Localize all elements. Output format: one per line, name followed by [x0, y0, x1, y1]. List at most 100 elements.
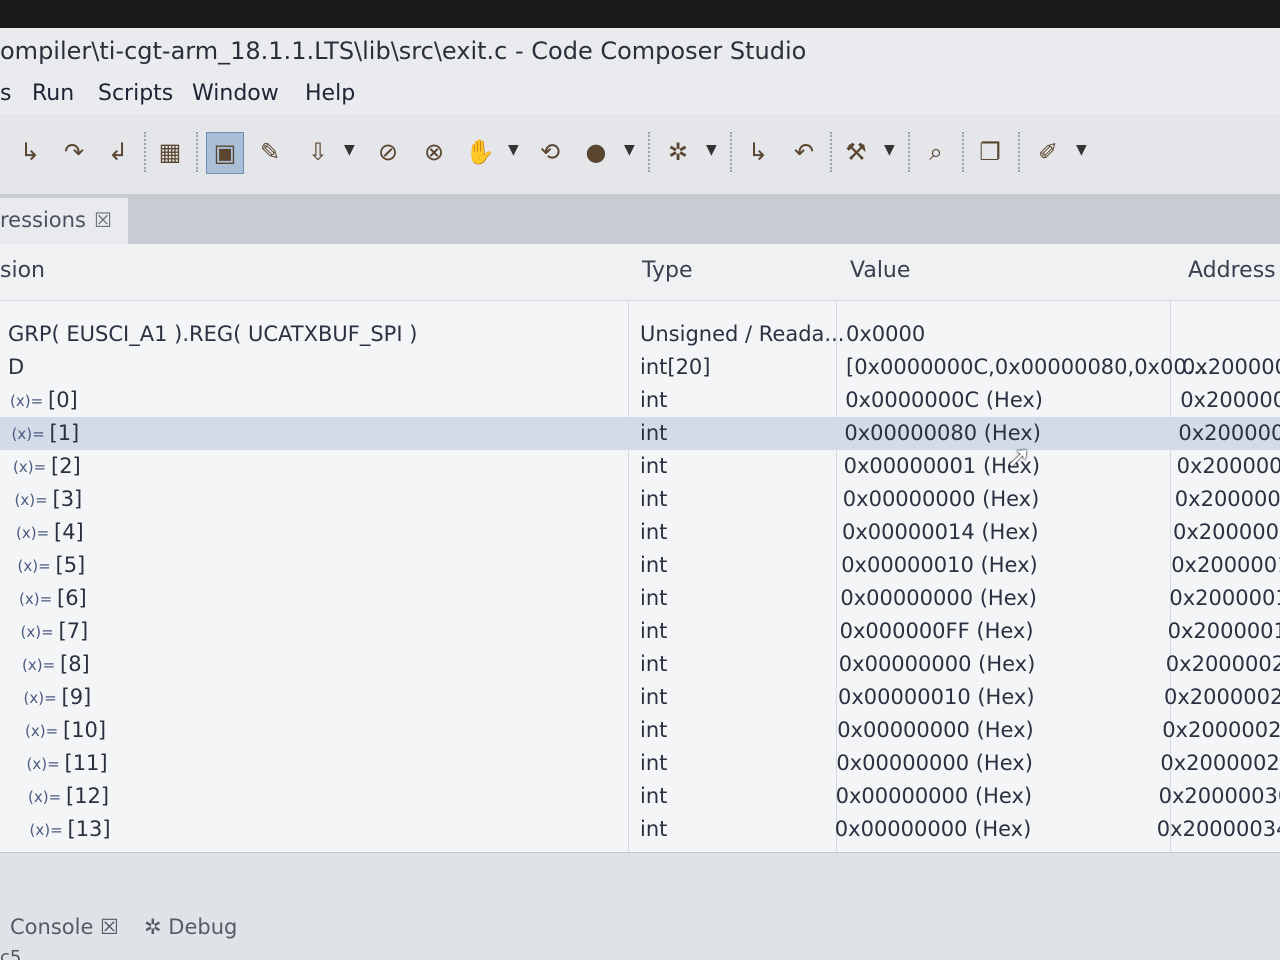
- value-cell[interactable]: 0x00000000 (Hex): [837, 714, 1034, 747]
- bomb-icon[interactable]: ●: [578, 132, 614, 172]
- chevron-down-icon[interactable]: ▼: [624, 142, 635, 158]
- table-row[interactable]: GRP( EUSCI_A1 ).REG( UCATXBUF_SPI ) Unsig…: [0, 318, 1280, 351]
- value-cell[interactable]: 0x00000000 (Hex): [839, 648, 1036, 681]
- table-row[interactable]: (x)=[1]int0x00000080 (Hex)0x2000000: [0, 417, 1280, 450]
- menu-item-run[interactable]: Run: [32, 74, 74, 114]
- window-icon[interactable]: ❐: [972, 132, 1008, 172]
- expression-icon: (x)=: [16, 524, 50, 542]
- table-row[interactable]: Dint[20] [0x0000000C,0x00000080,0x00... 0x…: [0, 351, 1280, 384]
- type-cell: int: [640, 454, 668, 478]
- column-header-type[interactable]: Type: [642, 258, 693, 283]
- value-cell[interactable]: [0x0000000C,0x00000080,0x00...: [846, 351, 1207, 384]
- chevron-down-icon[interactable]: ▼: [508, 142, 519, 158]
- tab-console[interactable]: Console ☒: [10, 915, 119, 939]
- expression-cell: [4]: [54, 520, 84, 544]
- value-cell[interactable]: 0x00000000 (Hex): [836, 747, 1033, 780]
- toolbar-separator: [1018, 132, 1020, 172]
- table-row[interactable]: (x)= [13] int 0x00000000 (Hex) 0x20000034: [0, 813, 1280, 846]
- breakpoint-disabled-icon[interactable]: ⊗: [416, 132, 452, 172]
- value-cell[interactable]: 0x00000000 (Hex): [836, 780, 1033, 813]
- address-cell: 0x20000024: [1164, 685, 1280, 709]
- toolbar: ↳ ↷ ↲ ▦ ▣ ✎ ⇩ ▼ ⊘ ⊗ ✋ ▼ ⟲ ● ▼ ✲ ▼ ↳ ↶ ⚒ …: [0, 114, 1280, 195]
- column-header-expression[interactable]: sion: [0, 258, 45, 283]
- title-bar: ompiler\ti-cgt-arm_18.1.1.LTS\lib\src\ex…: [0, 28, 1280, 74]
- pin-icon[interactable]: ✐: [1030, 132, 1066, 172]
- value-cell[interactable]: 0x00000010 (Hex): [841, 549, 1038, 582]
- address-cell: 0x2000000: [1176, 454, 1280, 478]
- close-icon[interactable]: ☒: [94, 198, 112, 242]
- expression-icon: (x)=: [20, 623, 54, 641]
- type-cell: int: [640, 652, 668, 676]
- tab-expressions[interactable]: ressions ☒: [0, 198, 128, 244]
- step-return-icon[interactable]: ↲: [100, 132, 136, 172]
- address-cell: 0x2000002C: [1160, 751, 1280, 775]
- type-cell: Unsigned / Reada...: [640, 322, 845, 346]
- table-row[interactable]: (x)= [12] int 0x00000000 (Hex) 0x20000030: [0, 780, 1280, 813]
- menu-item-scripts[interactable]: Scripts: [98, 74, 173, 114]
- address-cell: 0x20000020: [1165, 652, 1280, 676]
- table-row[interactable]: (x)=[8] int 0x00000000 (Hex) 0x20000020: [0, 648, 1280, 681]
- table-row[interactable]: (x)=[10] int 0x00000000 (Hex) 0x20000028: [0, 714, 1280, 747]
- toolbar-separator: [908, 132, 910, 172]
- table-row[interactable]: (x)=[9] int 0x00000010 (Hex) 0x20000024: [0, 681, 1280, 714]
- menu-item-window[interactable]: Window: [192, 74, 279, 114]
- value-cell[interactable]: 0x0000: [846, 318, 925, 351]
- terminal-icon[interactable]: ▣: [206, 132, 244, 174]
- type-cell: int: [640, 718, 668, 742]
- ide-window: ompiler\ti-cgt-arm_18.1.1.LTS\lib\src\ex…: [0, 28, 1280, 960]
- value-cell[interactable]: 0x00000000 (Hex): [835, 813, 1032, 846]
- tools-icon[interactable]: ✎: [252, 132, 288, 172]
- value-cell[interactable]: 0x00000014 (Hex): [842, 516, 1039, 549]
- chevron-down-icon[interactable]: ▼: [706, 142, 717, 158]
- refresh-icon[interactable]: ⟲: [532, 132, 568, 172]
- expression-cell: D: [8, 355, 25, 379]
- type-cell: int: [640, 421, 668, 445]
- table-row[interactable]: (x)=[0] int 0x0000000C (Hex) 0x2000000: [0, 384, 1280, 417]
- expressions-table: sion Type Value Address GRP( EUSCI_A1 ).…: [0, 244, 1280, 852]
- expression-cell: [6]: [57, 586, 87, 610]
- table-header: sion Type Value Address: [0, 244, 1280, 301]
- tab-debug[interactable]: ✲ Debug: [144, 915, 237, 939]
- table-row[interactable]: (x)=[2]int0x00000001 (Hex)0x2000000: [0, 450, 1280, 483]
- hammer-icon[interactable]: ⚒: [838, 132, 874, 172]
- step-into-icon[interactable]: ↳: [12, 132, 48, 172]
- expression-icon: (x)=: [23, 689, 57, 707]
- value-cell[interactable]: 0x00000010 (Hex): [838, 681, 1035, 714]
- value-cell[interactable]: 0x0000000C (Hex): [845, 384, 1043, 417]
- step-over-icon[interactable]: ↷: [56, 132, 92, 172]
- chevron-down-icon[interactable]: ▼: [344, 142, 355, 158]
- table-row[interactable]: (x)=[11] int 0x00000000 (Hex) 0x2000002C: [0, 747, 1280, 780]
- step-back-icon[interactable]: ↶: [786, 132, 822, 172]
- table-row[interactable]: (x)=[3] int 0x00000000 (Hex) 0x2000000: [0, 483, 1280, 516]
- menu-item-partial[interactable]: s: [0, 74, 11, 114]
- search-icon[interactable]: ⌕: [918, 132, 954, 172]
- value-cell[interactable]: 0x00000000 (Hex): [840, 582, 1037, 615]
- value-cell[interactable]: 0x000000FF (Hex): [840, 615, 1034, 648]
- expression-cell: [8]: [60, 652, 90, 676]
- table-row[interactable]: (x)=[5] int 0x00000010 (Hex) 0x20000014: [0, 549, 1280, 582]
- expression-cell: [11]: [64, 751, 108, 775]
- debug-icon[interactable]: ✲: [660, 132, 696, 172]
- download-icon[interactable]: ⇩: [300, 132, 336, 172]
- address-cell: 0x20000014: [1171, 553, 1280, 577]
- console-line: c5: [0, 947, 22, 960]
- table-row[interactable]: (x)=[4] int 0x00000014 (Hex) 0x2000001: [0, 516, 1280, 549]
- column-header-address[interactable]: Address: [1188, 258, 1276, 283]
- address-cell: 0x2000000: [1174, 487, 1280, 511]
- breakpoint-icon[interactable]: ⊘: [370, 132, 406, 172]
- chevron-down-icon[interactable]: ▼: [1076, 142, 1087, 158]
- hand-icon[interactable]: ✋: [462, 132, 498, 172]
- column-header-value[interactable]: Value: [850, 258, 910, 283]
- step-icon[interactable]: ↳: [740, 132, 776, 172]
- register-grid-icon[interactable]: ▦: [152, 132, 188, 172]
- type-cell: int: [640, 487, 668, 511]
- chevron-down-icon[interactable]: ▼: [884, 142, 895, 158]
- type-cell: int: [640, 685, 668, 709]
- table-row[interactable]: (x)=[6] int 0x00000000 (Hex) 0x20000018: [0, 582, 1280, 615]
- toolbar-separator: [144, 132, 146, 172]
- table-row[interactable]: (x)=[7] int 0x000000FF (Hex) 0x2000001C: [0, 615, 1280, 648]
- menu-item-help[interactable]: Help: [305, 74, 355, 114]
- value-cell[interactable]: 0x00000000 (Hex): [843, 483, 1040, 516]
- expression-icon: (x)=: [22, 656, 56, 674]
- expression-cell: [2]: [51, 454, 81, 478]
